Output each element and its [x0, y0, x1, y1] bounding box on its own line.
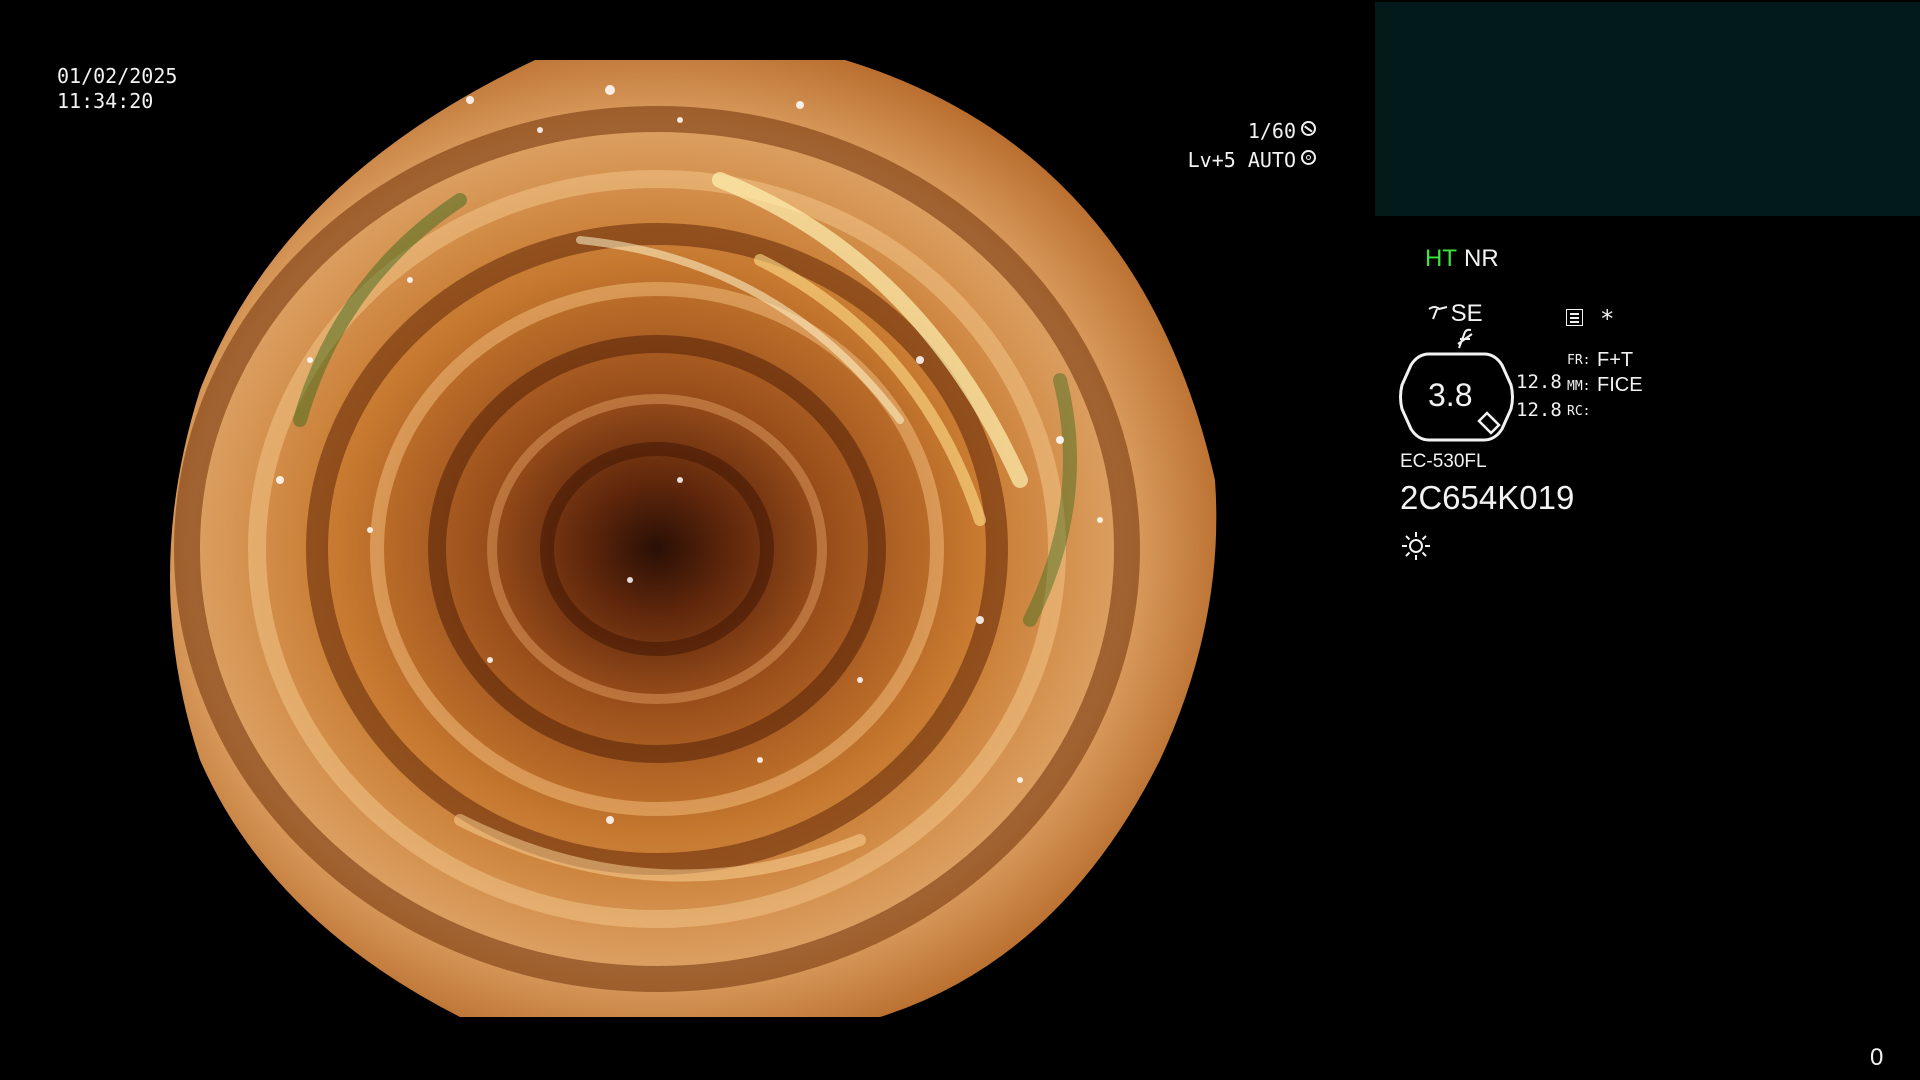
asterisk-indicator: *: [1600, 305, 1615, 333]
rc-label: RC:: [1567, 404, 1591, 419]
endoscopic-image: [160, 60, 1218, 1017]
zoom-value: 3.8: [1428, 377, 1473, 413]
zoom-readout-1: 12.8: [1516, 371, 1562, 393]
colon-lumen-illustration: [170, 60, 1217, 1017]
fr-label: FR:: [1567, 353, 1591, 368]
thumbnail-panel: [1375, 2, 1920, 216]
sun-icon: [1402, 532, 1430, 560]
agc-readout: Lv+5 AUTO: [1139, 130, 1316, 190]
ht-indicator: HT: [1425, 245, 1457, 272]
nr-indicator: NR: [1464, 245, 1499, 272]
menu-icon: [1566, 309, 1583, 326]
agc-value: Lv+5 AUTO: [1187, 148, 1296, 172]
time-readout: 11:34:20: [57, 89, 154, 113]
mm-value: FICE: [1597, 374, 1643, 396]
scope-serial: 2C654K019: [1400, 479, 1575, 516]
slashed-f-icon: [1457, 328, 1473, 349]
endoscopy-monitor: 01/02/2025 11:34:20 1/60 Lv+5 AUTO HT NR…: [0, 0, 1920, 1080]
frame-counter: 0: [1870, 1044, 1884, 1071]
iris-icon: [1301, 150, 1316, 165]
mm-label: MM:: [1567, 379, 1591, 394]
zoom-readout-2: 12.8: [1516, 399, 1562, 421]
scope-model: EC-530FL: [1400, 451, 1487, 472]
fr-value: F+T: [1597, 349, 1634, 371]
